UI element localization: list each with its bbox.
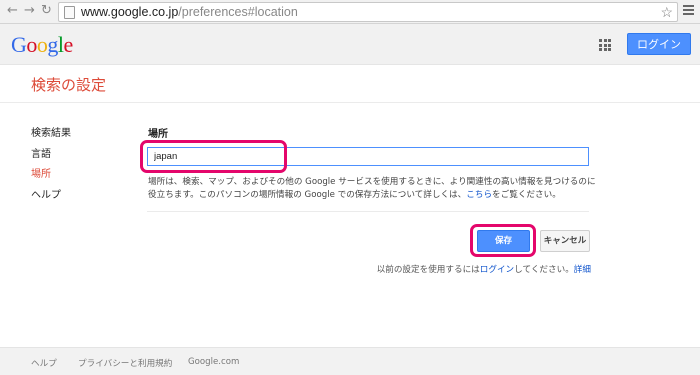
footer-google-com-link[interactable]: Google.com: [188, 357, 239, 367]
page-icon: [64, 6, 75, 19]
sidebar-item-help[interactable]: ヘルプ: [31, 186, 71, 207]
restore-prefix: 以前の設定を使用するには: [376, 265, 480, 275]
login-button[interactable]: ログイン: [627, 33, 691, 55]
restore-suffix: してください。: [514, 265, 574, 275]
page-title: 検索の設定: [31, 76, 107, 94]
sidebar-item-search-results[interactable]: 検索結果: [31, 124, 71, 145]
login-link[interactable]: ログイン: [480, 265, 514, 275]
star-icon[interactable]: ☆: [660, 3, 673, 21]
logo-letter: o: [26, 32, 37, 57]
divider: [0, 102, 700, 103]
reload-icon[interactable]: ↻: [41, 3, 52, 19]
description-line-2: 役立ちます。このパソコンの場所情報の Google での保存方法について詳しくは…: [148, 189, 467, 200]
settings-sidebar: 検索結果 言語 場所 ヘルプ: [31, 124, 71, 206]
footer-privacy-link[interactable]: プライバシーと利用規約: [78, 357, 172, 369]
description-line-1: 場所は、検索、マップ、およびその他の Google サービスを使用するときに、よ…: [148, 177, 596, 187]
address-bar[interactable]: www.google.co.jp/preferences#location ☆: [58, 2, 678, 22]
logo-letter: o: [36, 32, 48, 57]
details-link[interactable]: 詳細: [574, 265, 591, 275]
divider: [147, 211, 589, 212]
back-arrow-icon[interactable]: ←: [7, 3, 18, 19]
forward-arrow-icon[interactable]: →: [24, 3, 35, 19]
address-text: www.google.co.jp/preferences#location: [81, 3, 298, 21]
footer: ヘルプ プライバシーと利用規約 Google.com: [0, 347, 700, 375]
location-heading: 場所: [148, 129, 168, 140]
description-line-3: をご覧ください。: [492, 189, 561, 200]
details-here-link[interactable]: こちら: [466, 190, 492, 200]
logo-letter: g: [47, 32, 58, 57]
sidebar-item-language[interactable]: 言語: [31, 145, 71, 166]
restore-settings-note: 以前の設定を使用するにはログインしてください。詳細: [300, 263, 591, 275]
highlight-save-annotation: [470, 224, 536, 257]
google-logo[interactable]: Google: [11, 32, 73, 58]
logo-letter: e: [63, 32, 74, 57]
highlight-input-annotation: [140, 140, 287, 173]
browser-toolbar: ← → ↻ www.google.co.jp/preferences#locat…: [0, 0, 700, 24]
address-host: www.google.co.jp: [81, 5, 179, 19]
address-path: /preferences#location: [178, 5, 298, 19]
cancel-button[interactable]: キャンセル: [540, 230, 590, 252]
apps-grid-icon[interactable]: [599, 39, 611, 51]
menu-icon[interactable]: [683, 5, 694, 17]
google-header: Google ログイン: [0, 24, 700, 65]
footer-help-link[interactable]: ヘルプ: [31, 357, 57, 369]
logo-letter: G: [11, 32, 27, 57]
sidebar-item-location[interactable]: 場所: [31, 165, 71, 186]
location-description: 場所は、検索、マップ、およびその他の Google サービスを使用するときに、よ…: [148, 176, 598, 201]
